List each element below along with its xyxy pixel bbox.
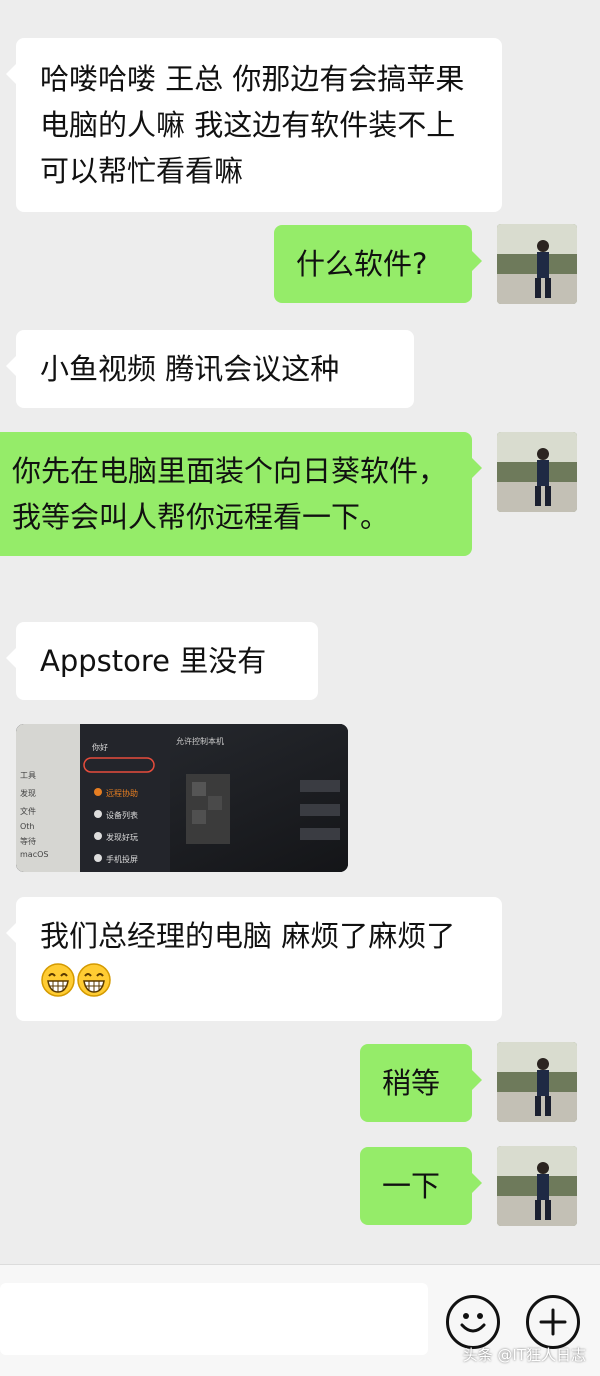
message-text: Appstore 里没有 <box>40 644 267 678</box>
message-text: 一下 <box>382 1169 441 1203</box>
image-message[interactable]: 工具 发现 文件 Oth 等待 macOS 你好 远程协助 设备列表 发现好玩 … <box>16 724 348 872</box>
screenshot-menu-item: 手机投屏 <box>106 855 138 864</box>
screenshot-menu-item: 发现好玩 <box>106 833 138 842</box>
avatar-photo <box>497 432 577 512</box>
grin-emoji-icon <box>40 962 76 998</box>
screenshot-menu-item: 远程协助 <box>106 789 138 798</box>
message-text: 你先在电脑里面装个向日葵软件，我等会叫人帮你远程看一下。 <box>12 454 448 534</box>
message-text: 小鱼视频 腾讯会议这种 <box>40 352 340 386</box>
message-text: 哈喽哈喽 王总 你那边有会搞苹果电脑的人嘛 我这边有软件装不上 可以帮忙看看嘛 <box>40 62 465 188</box>
message-bubble-sent[interactable]: 稍等 <box>360 1044 482 1122</box>
message-text: 什么软件? <box>296 247 428 281</box>
message-text: 我们总经理的电脑 麻烦了麻烦了 <box>40 919 456 953</box>
message-input[interactable] <box>0 1283 428 1355</box>
message-bubble-received[interactable]: 哈喽哈喽 王总 你那边有会搞苹果电脑的人嘛 我这边有软件装不上 可以帮忙看看嘛 <box>6 38 502 212</box>
avatar[interactable] <box>497 432 577 512</box>
screenshot-sidebar-item: 文件 <box>20 807 36 816</box>
screenshot-title: 允许控制本机 <box>176 737 224 746</box>
plus-icon[interactable] <box>526 1295 580 1349</box>
message-bubble-received[interactable]: Appstore 里没有 <box>6 622 318 700</box>
avatar[interactable] <box>497 1042 577 1122</box>
avatar[interactable] <box>497 224 577 304</box>
message-text: 稍等 <box>382 1066 441 1100</box>
message-bubble-sent[interactable]: 你先在电脑里面装个向日葵软件，我等会叫人帮你远程看一下。 <box>0 432 482 556</box>
watermark: 头条 @IT狂人日志 <box>462 1346 586 1364</box>
screenshot-sidebar-item: 发现 <box>20 789 36 798</box>
screenshot-sidebar-item: macOS <box>20 850 49 859</box>
screenshot-sidebar-item: 等待 <box>20 837 36 846</box>
message-bubble-sent[interactable]: 什么软件? <box>274 225 482 303</box>
avatar[interactable] <box>497 1146 577 1226</box>
avatar-photo <box>497 1042 577 1122</box>
avatar-photo <box>497 1146 577 1226</box>
message-bubble-received[interactable]: 小鱼视频 腾讯会议这种 <box>6 330 414 408</box>
message-bubble-received[interactable]: 我们总经理的电脑 麻烦了麻烦了 <box>6 897 502 1021</box>
screenshot-sidebar-item: Oth <box>20 822 35 831</box>
message-bubble-sent[interactable]: 一下 <box>360 1147 482 1225</box>
avatar-photo <box>497 224 577 304</box>
screenshot-menu-item: 设备列表 <box>106 811 138 820</box>
grin-emoji-icon <box>76 962 112 998</box>
smile-icon[interactable] <box>446 1295 500 1349</box>
screenshot-sidebar-item: 工具 <box>20 771 36 780</box>
screenshot-menu-item: 你好 <box>92 743 108 752</box>
